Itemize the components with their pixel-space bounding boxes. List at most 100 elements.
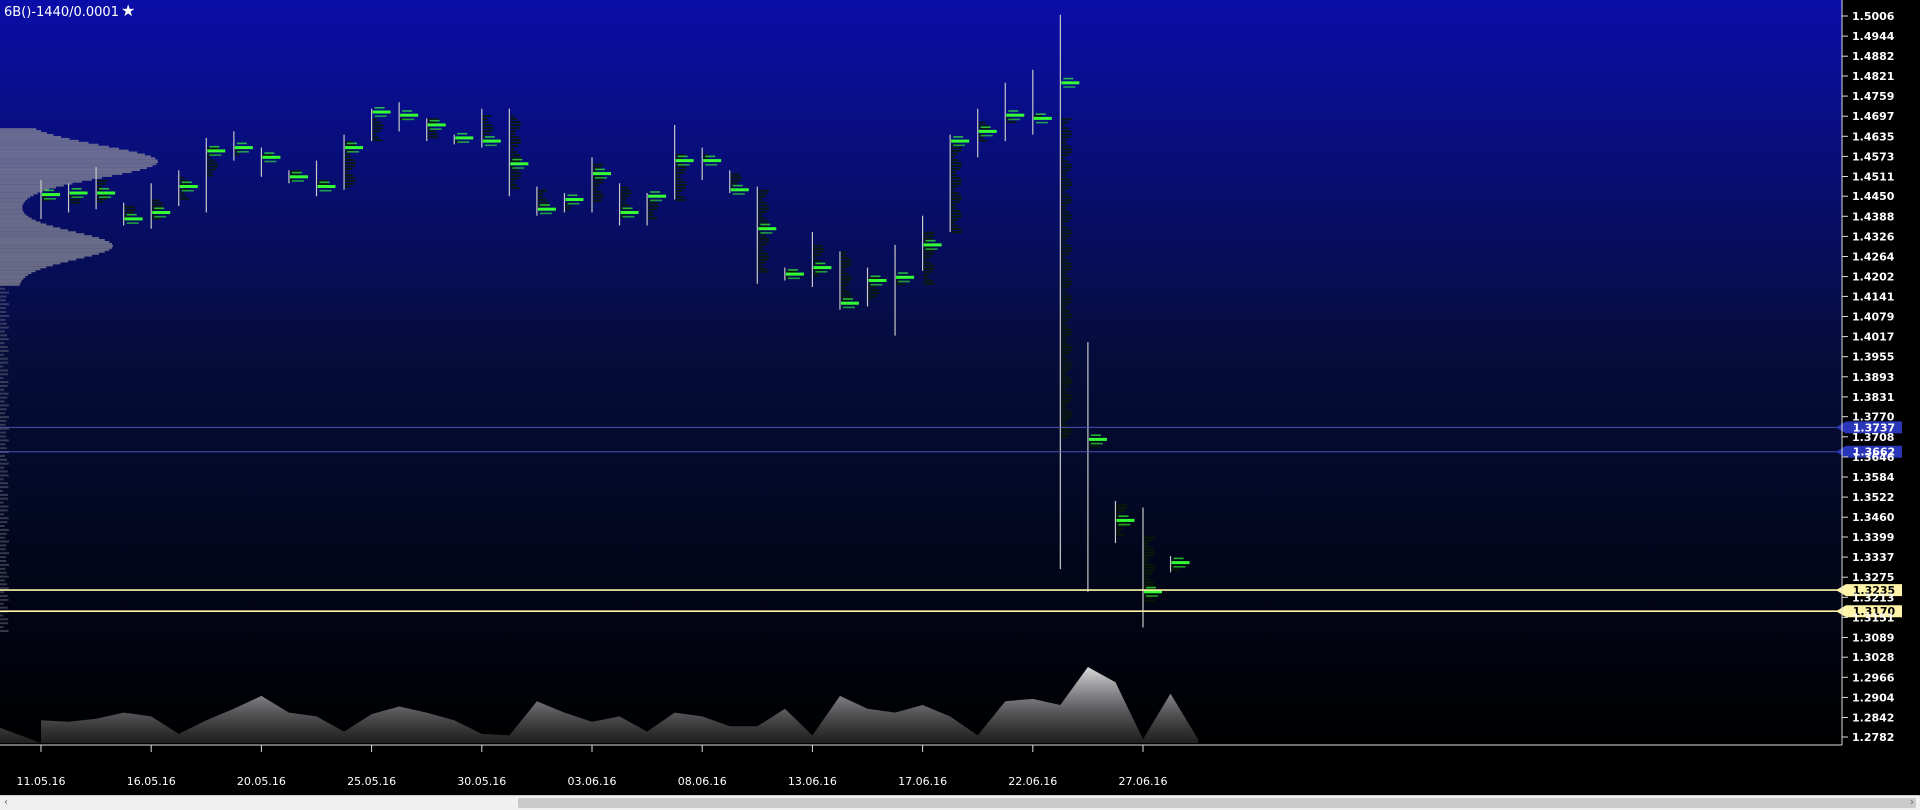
- footprint-cell: [840, 263, 852, 266]
- footprint-cell-hot: [484, 136, 495, 138]
- footprint-cell: [675, 166, 687, 168]
- footprint-cell-hot: [264, 152, 275, 154]
- time-tick-label: 16.05.16: [127, 775, 176, 788]
- price-tick-label: 1.3955: [1852, 351, 1894, 364]
- poc-marker: [207, 149, 226, 153]
- footprint-cell: [758, 207, 769, 210]
- footprint-cell: [1061, 139, 1067, 142]
- footprint-cell-hot: [898, 272, 909, 274]
- scrollbar-thumb[interactable]: [518, 798, 1916, 808]
- volume-profile-level: [0, 346, 8, 348]
- footprint-cell: [620, 201, 626, 204]
- footprint-cell-hot: [512, 167, 525, 169]
- scroll-left-arrow-icon[interactable]: ‹: [0, 796, 12, 810]
- footprint-cell: [1088, 445, 1100, 448]
- footprint-cell: [951, 216, 962, 218]
- footprint-cell: [840, 275, 851, 278]
- footprint-cell: [923, 261, 932, 264]
- time-tick-label: 03.06.16: [568, 775, 617, 788]
- footprint-cell: [537, 195, 543, 198]
- footprint-cell: [510, 154, 521, 156]
- footprint-cell-hot: [71, 188, 82, 190]
- footprint-cell: [1061, 136, 1071, 139]
- footprint-cell: [482, 121, 489, 123]
- volume-profile-level: [0, 361, 9, 364]
- footprint-cell: [1061, 202, 1071, 205]
- volume-profile-level: [0, 595, 8, 597]
- footprint-cell: [1144, 560, 1149, 563]
- volume-profile-level: [0, 250, 105, 253]
- scroll-right-arrow-icon[interactable]: ›: [1906, 796, 1918, 810]
- footprint-cell: [758, 195, 765, 198]
- volume-profile-level: [0, 274, 28, 277]
- footprint-cell: [923, 255, 931, 258]
- volume-profile-level: [0, 143, 99, 146]
- footprint-cell: [951, 165, 962, 167]
- footprint-cell: [207, 171, 212, 174]
- volume-profile-level: [0, 268, 41, 271]
- poc-marker: [345, 146, 364, 150]
- price-chart[interactable]: 1.37371.36621.32351.3170 1.50061.49441.4…: [0, 0, 1920, 795]
- price-tick-label: 1.3831: [1852, 391, 1894, 404]
- star-icon[interactable]: ★: [121, 1, 135, 20]
- footprint-cell-hot: [870, 283, 883, 286]
- footprint-cell: [1061, 403, 1068, 406]
- footprint-cell-hot: [44, 189, 54, 192]
- footprint-cell-hot: [99, 188, 110, 190]
- volume-profile-level: [0, 462, 9, 465]
- volume-profile-level: [0, 184, 64, 187]
- footprint-cell-hot: [1063, 77, 1074, 80]
- volume-profile-level: [0, 223, 47, 226]
- footprint-cell: [345, 177, 356, 179]
- footprint-cell: [510, 172, 522, 174]
- footprint-cell: [1061, 127, 1069, 130]
- footprint-cell: [923, 231, 934, 234]
- footprint-cell: [840, 269, 845, 272]
- footprint-cell: [758, 261, 765, 264]
- footprint-cell: [152, 202, 163, 205]
- footprint-cell: [758, 216, 765, 219]
- volume-profile-level: [0, 147, 119, 150]
- volume-profile-level: [0, 139, 79, 142]
- footprint-cell-hot: [154, 215, 167, 218]
- footprint-cell: [1061, 334, 1071, 337]
- footprint-cell: [1144, 542, 1149, 545]
- footprint-cell: [510, 175, 521, 177]
- horizontal-scrollbar[interactable]: ‹ ›: [0, 795, 1920, 810]
- volume-profile-level: [0, 408, 7, 411]
- footprint-cell-hot: [44, 198, 56, 200]
- time-tick-label: 11.05.16: [17, 775, 66, 788]
- footprint-cell-hot: [650, 191, 661, 193]
- footprint-cell-hot: [126, 213, 137, 216]
- footprint-cell: [510, 121, 521, 123]
- volume-profile-level: [0, 556, 6, 559]
- footprint-cell: [758, 204, 769, 207]
- footprint-cell: [1061, 166, 1073, 169]
- footprint-cell: [593, 190, 602, 193]
- volume-profile-level: [0, 192, 38, 195]
- footprint-cell: [1061, 409, 1070, 412]
- footprint-cell: [923, 273, 929, 276]
- volume-profile-level: [0, 490, 4, 492]
- volume-profile-level: [0, 536, 6, 539]
- footprint-cell: [1061, 199, 1073, 202]
- footprint-cell: [345, 168, 352, 170]
- volume-profile-level: [0, 435, 7, 438]
- price-tick-label: 1.3151: [1852, 611, 1894, 624]
- footprint-cell: [1061, 430, 1073, 433]
- volume-profile-level: [0, 182, 73, 185]
- volume-profile-level: [0, 194, 34, 197]
- footprint-cell: [537, 189, 548, 192]
- volume-profile-level: [0, 579, 5, 582]
- footprint-cell: [1061, 331, 1073, 334]
- volume-profile-level: [0, 509, 8, 512]
- footprint-cell: [951, 174, 957, 176]
- footprint-cell-hot: [980, 126, 991, 128]
- price-tick-label: 1.2904: [1852, 691, 1895, 704]
- footprint-cell-hot: [1173, 557, 1184, 560]
- footprint-cell: [1144, 539, 1153, 542]
- price-tick-label: 1.4821: [1852, 70, 1894, 83]
- volume-profile-level: [0, 252, 99, 255]
- volume-profile-level: [0, 211, 25, 214]
- footprint-cell: [648, 211, 654, 214]
